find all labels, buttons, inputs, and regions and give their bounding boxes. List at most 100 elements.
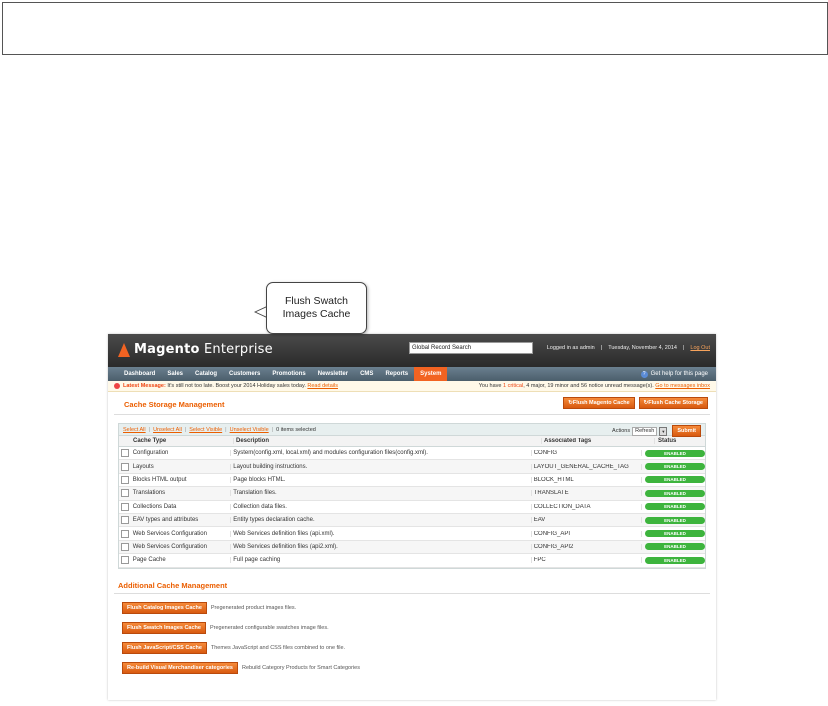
logo: Magento Enterprise: [118, 342, 273, 357]
chevron-down-icon[interactable]: ▼: [659, 426, 668, 436]
table-row[interactable]: Page Cache Full page caching FPC ENABLED: [119, 554, 705, 568]
cell-tags: COLLECTION_DATA: [532, 503, 642, 510]
cell-description: Layout building instructions.: [231, 463, 532, 470]
message-summary: You have 1 critical, 4 major, 19 minor a…: [478, 383, 710, 389]
table-row[interactable]: EAV types and attributes Entity types dec…: [119, 513, 705, 528]
additional-cache-desc: Themes JavaScript and CSS files combined…: [210, 645, 346, 652]
unselect-visible-link[interactable]: Unselect Visible: [230, 427, 269, 433]
nav-item-sales[interactable]: Sales: [161, 367, 189, 381]
mass-action-bar: Select All | Unselect All | Select Visible…: [118, 423, 706, 437]
additional-cache-section: Additional Cache Management Flush Catalo…: [114, 581, 710, 675]
row-checkbox[interactable]: [120, 449, 129, 458]
status-badge: ENABLED: [644, 543, 705, 551]
help-icon: ?: [640, 371, 648, 378]
warning-icon: [114, 383, 120, 389]
main-nav: Dashboard Sales Catalog Customers Promotions…: [108, 367, 716, 381]
cell-tags: CONFIG: [532, 450, 642, 457]
row-checkbox[interactable]: [120, 475, 129, 484]
caption-box: [2, 2, 828, 55]
nav-item-newsletter[interactable]: Newsletter: [312, 367, 354, 381]
nav-item-catalog[interactable]: Catalog: [189, 367, 223, 381]
cell-description: Full page caching: [231, 557, 532, 564]
table-row[interactable]: Web Services Configuration Web Services d…: [119, 540, 705, 555]
cache-grid: Cache Type Description Associated Tags S…: [118, 436, 706, 569]
messages-inbox-link[interactable]: Go to messages inbox: [655, 383, 710, 389]
nav-item-system[interactable]: System: [414, 367, 448, 381]
row-checkbox[interactable]: [120, 489, 129, 498]
cell-description: Web Services definition files (api.xml).: [231, 530, 532, 537]
cell-tags: BLOCK_HTML: [532, 476, 642, 483]
additional-cache-button[interactable]: Flush Swatch Images Cache: [122, 622, 206, 635]
critical-count: 1 critical: [503, 383, 524, 389]
cell-description: Entity types declaration cache.: [231, 517, 532, 524]
additional-cache-button[interactable]: Re-build Visual Merchandiser categories: [122, 662, 238, 675]
table-row[interactable]: Layouts Layout building instructions. LAYO…: [119, 460, 705, 474]
logout-link[interactable]: Log Out: [690, 345, 710, 351]
cell-tags: CONFIG_API2: [532, 543, 642, 550]
read-details-link[interactable]: Read details: [307, 383, 338, 389]
cell-tags: TRANSLATE: [532, 490, 642, 497]
magento-logo-icon: [118, 342, 130, 357]
cell-cache-type: Translations: [131, 490, 232, 497]
header-cache-type: Cache Type: [131, 438, 234, 444]
flush-magento-cache-button[interactable]: Flush Magento Cache: [563, 397, 635, 409]
select-all-link[interactable]: Select All: [123, 427, 146, 433]
message-text: It's still not too late. Boost your 2014…: [167, 383, 306, 389]
global-search-input[interactable]: Global Record Search: [409, 342, 533, 354]
admin-header: Magento Enterprise Global Record Search …: [108, 334, 716, 367]
date-text: Tuesday, November 4, 2014: [608, 345, 677, 351]
flush-cache-storage-button[interactable]: Flush Cache Storage: [638, 397, 708, 409]
table-row[interactable]: Configuration System(config.xml, local.xm…: [119, 447, 705, 461]
latest-message-bar: Latest Message: It's still not too late.…: [108, 381, 716, 392]
row-checkbox[interactable]: [120, 529, 129, 538]
cell-description: Translation files.: [231, 490, 532, 497]
status-badge: ENABLED: [644, 476, 705, 484]
select-visible-link[interactable]: Select Visible: [189, 427, 222, 433]
cell-tags: FPC: [532, 557, 642, 564]
nav-item-promotions[interactable]: Promotions: [266, 367, 311, 381]
row-checkbox[interactable]: [120, 462, 129, 471]
cell-description: Collection data files.: [231, 503, 532, 510]
row-checkbox[interactable]: [120, 556, 129, 565]
status-badge: ENABLED: [644, 463, 705, 471]
table-row[interactable]: Blocks HTML output Page blocks HTML. BLOCK…: [119, 474, 705, 488]
additional-cache-button[interactable]: Flush JavaScript/CSS Cache: [122, 642, 207, 655]
table-row[interactable]: Web Services Configuration Web Services d…: [119, 527, 705, 541]
nav-item-reports[interactable]: Reports: [379, 367, 414, 381]
nav-item-customers[interactable]: Customers: [223, 367, 266, 381]
status-badge: ENABLED: [644, 530, 705, 538]
table-row[interactable]: Collections Data Collection data files. CO…: [119, 501, 705, 514]
brand-main: Magento: [134, 342, 200, 357]
cell-tags: EAV: [532, 517, 642, 524]
additional-cache-desc: Pregenerated product images files.: [210, 605, 297, 612]
cell-tags: LAYOUT_GENERAL_CACHE_TAG: [532, 463, 642, 470]
row-checkbox[interactable]: [120, 542, 129, 551]
brand-sub: Enterprise: [203, 342, 273, 357]
callout-line-2: Images Cache: [282, 308, 351, 320]
user-bar: Logged in as admin | Tuesday, November 4…: [546, 345, 710, 351]
submit-button[interactable]: Submit: [672, 425, 701, 437]
additional-cache-row: Re-build Visual Merchandiser categories R…: [122, 662, 710, 675]
cell-cache-type: Blocks HTML output: [131, 476, 232, 483]
cell-cache-type: Layouts: [131, 463, 232, 470]
actions-select[interactable]: Refresh: [632, 426, 658, 436]
callout-box: Flush Swatch Images Cache: [266, 282, 367, 334]
status-badge: ENABLED: [644, 489, 705, 497]
nav-item-cms[interactable]: CMS: [354, 367, 379, 381]
table-row[interactable]: Translations Translation files. TRANSLATE E…: [119, 487, 705, 501]
header-status: Status: [658, 438, 677, 444]
nav-item-dashboard[interactable]: Dashboard: [118, 367, 161, 381]
row-checkbox[interactable]: [120, 516, 129, 525]
additional-cache-title: Additional Cache Management: [114, 581, 710, 594]
message-label: Latest Message:: [123, 383, 166, 389]
cell-tags: CONFIG_API: [532, 530, 642, 537]
additional-cache-button[interactable]: Flush Catalog Images Cache: [122, 602, 207, 615]
page-title: Cache Storage Management: [124, 400, 225, 409]
status-badge: ENABLED: [644, 449, 705, 457]
grid-body: Configuration System(config.xml, local.xm…: [119, 447, 705, 568]
unselect-all-link[interactable]: Unselect All: [153, 427, 182, 433]
row-checkbox[interactable]: [120, 502, 129, 511]
cell-cache-type: Collections Data: [131, 503, 232, 510]
additional-cache-row: Flush Swatch Images Cache Pregenerated co…: [122, 622, 710, 635]
help-link[interactable]: ? Get help for this page: [640, 367, 708, 381]
